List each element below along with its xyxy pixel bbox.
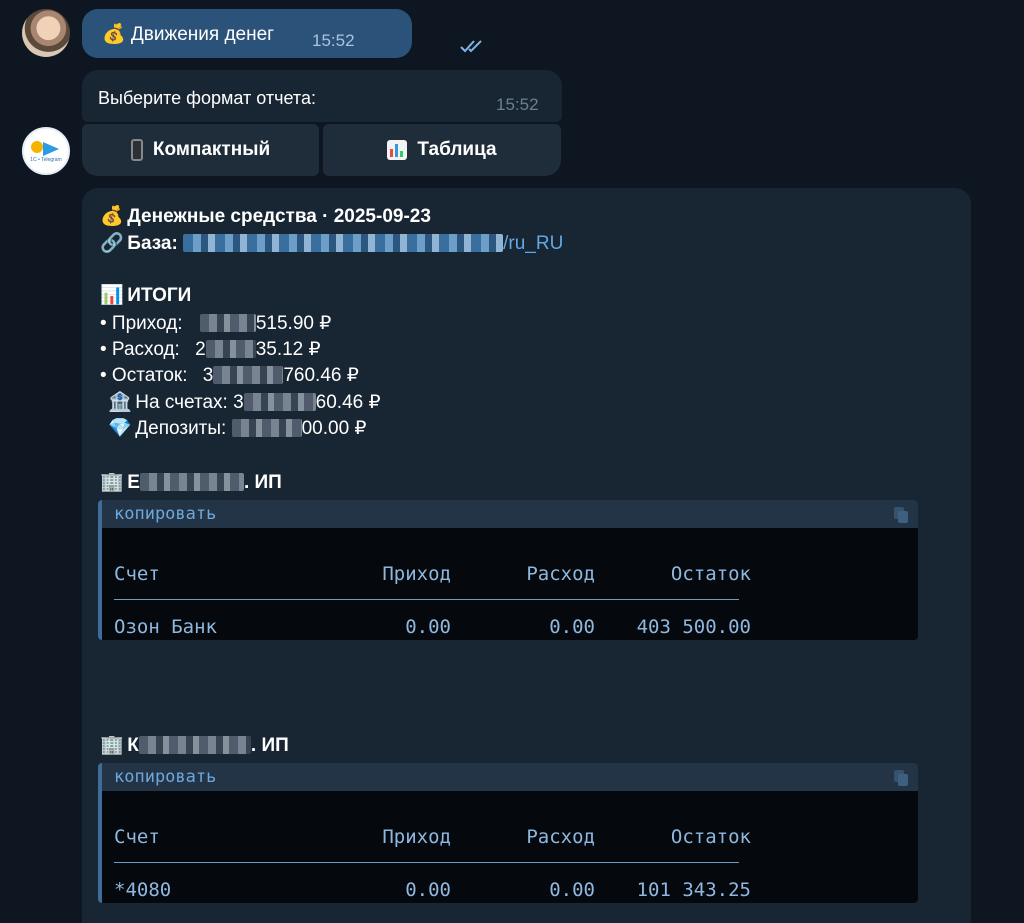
bot-avatar[interactable]: 1C • Telegram [22, 127, 70, 175]
gem-icon: 💎 [108, 418, 132, 439]
base-link[interactable]: /ru_RU [183, 233, 563, 254]
base-line: 🔗 База: /ru_RU [100, 231, 563, 255]
cell-account: *4080 [114, 879, 172, 901]
deposits-line: 💎 Депозиты: 00.00 ₽ [108, 416, 367, 440]
accounts-line: 🏦 На счетах: 3 60.46 ₽ [108, 390, 381, 414]
bank-icon: 🏦 [108, 392, 132, 413]
bot-prompt-message[interactable]: Выберите формат отчета: 15:52 [82, 70, 562, 122]
income-line: • Приход: 515.90 ₽ [100, 312, 331, 335]
accounts-label: На счетах: [135, 392, 228, 413]
bot-prompt-text: Выберите формат отчета: [98, 88, 316, 108]
chart-icon: 📊 [100, 285, 124, 306]
column-header-expense: Расход [526, 563, 595, 585]
outgoing-message-text: 💰 Движения денег [102, 23, 275, 45]
code-block-header: копировать [102, 763, 918, 791]
read-checkmarks-icon [460, 40, 482, 53]
base-link-suffix: /ru_RU [503, 233, 564, 254]
copy-icon[interactable] [894, 770, 908, 786]
table-format-button[interactable]: Таблица [323, 124, 561, 176]
balance-label: • Остаток: [100, 365, 188, 386]
deposits-label: Депозиты: [135, 418, 227, 439]
company-name: . ИП [243, 472, 282, 493]
outgoing-message-time: 15:52 [312, 31, 355, 50]
base-label: База: [127, 233, 178, 254]
code-block: копировать Счет Приход Расход Остаток Оз… [98, 500, 918, 640]
accounts-value: 60.46 ₽ [315, 392, 381, 413]
table-divider [114, 599, 739, 600]
mobile-phone-icon [130, 139, 143, 161]
bar-chart-icon [387, 140, 408, 160]
copy-label[interactable]: копировать [114, 767, 216, 787]
copy-label[interactable]: копировать [114, 504, 216, 524]
expense-line: • Расход: 2 35.12 ₽ [100, 338, 321, 361]
cell-balance: 403 500.00 [636, 616, 751, 638]
column-header-income: Приход [382, 826, 451, 848]
outgoing-message[interactable]: 💰 Движения денег 15:52 [82, 9, 482, 58]
company-heading: 🏢 Е . ИП [100, 470, 282, 494]
report-message[interactable]: 💰 Денежные средства · 2025-09-23 🔗 База:… [82, 188, 971, 923]
code-table: Счет Приход Расход Остаток *4080 0.00 0.… [102, 791, 918, 903]
accounts-value-head: 3 [233, 392, 244, 413]
bot-prompt-time: 15:52 [496, 95, 539, 114]
cell-balance: 101 343.25 [636, 879, 751, 901]
company-name: . ИП [250, 735, 289, 756]
money-bag-icon: 💰 [100, 206, 124, 227]
user-avatar[interactable] [22, 9, 70, 57]
totals-heading: ИТОГИ [127, 285, 192, 306]
link-icon: 🔗 [100, 233, 124, 254]
compact-format-label: Компактный [152, 139, 271, 160]
office-building-icon: 🏢 [100, 472, 124, 493]
column-header-balance: Остаток [670, 826, 751, 848]
copy-icon[interactable] [894, 507, 908, 523]
cell-income: 0.00 [405, 616, 451, 638]
column-header-account: Счет [114, 826, 160, 848]
income-value: 515.90 ₽ [255, 313, 332, 334]
balance-line: • Остаток: 3 760.46 ₽ [100, 364, 359, 387]
code-block-header: копировать [102, 500, 918, 528]
report-title: Денежные средства · 2025-09-23 [127, 206, 431, 227]
deposits-value: 00.00 ₽ [301, 418, 367, 439]
code-table: Счет Приход Расход Остаток Озон Банк 0.0… [102, 528, 918, 640]
balance-value-head: 3 [202, 365, 214, 386]
cell-expense: 0.00 [549, 616, 595, 638]
expense-value-head: 2 [195, 339, 206, 360]
expense-value: 35.12 ₽ [255, 339, 321, 360]
column-header-account: Счет [114, 563, 160, 585]
column-header-expense: Расход [526, 826, 595, 848]
office-building-icon: 🏢 [100, 735, 124, 756]
cell-account: Озон Банк [114, 616, 217, 638]
compact-format-button[interactable]: Компактный [82, 124, 319, 176]
company-heading: 🏢 К . ИП [100, 733, 289, 757]
expense-label: • Расход: [100, 339, 180, 360]
company-name-head: К [127, 735, 139, 756]
totals-heading-line: 📊 ИТОГИ [100, 283, 191, 307]
cell-income: 0.00 [405, 879, 451, 901]
income-label: • Приход: [100, 313, 183, 334]
column-header-income: Приход [382, 563, 451, 585]
column-header-balance: Остаток [670, 563, 751, 585]
report-title-line: 💰 Денежные средства · 2025-09-23 [100, 204, 431, 228]
table-divider [114, 862, 739, 863]
company-name-head: Е [127, 472, 140, 493]
balance-value: 760.46 ₽ [283, 365, 359, 386]
code-block: копировать Счет Приход Расход Остаток *4… [98, 763, 918, 903]
bot-logo-icon: 1C • Telegram [29, 139, 63, 163]
table-format-label: Таблица [417, 139, 497, 160]
cell-expense: 0.00 [549, 879, 595, 901]
